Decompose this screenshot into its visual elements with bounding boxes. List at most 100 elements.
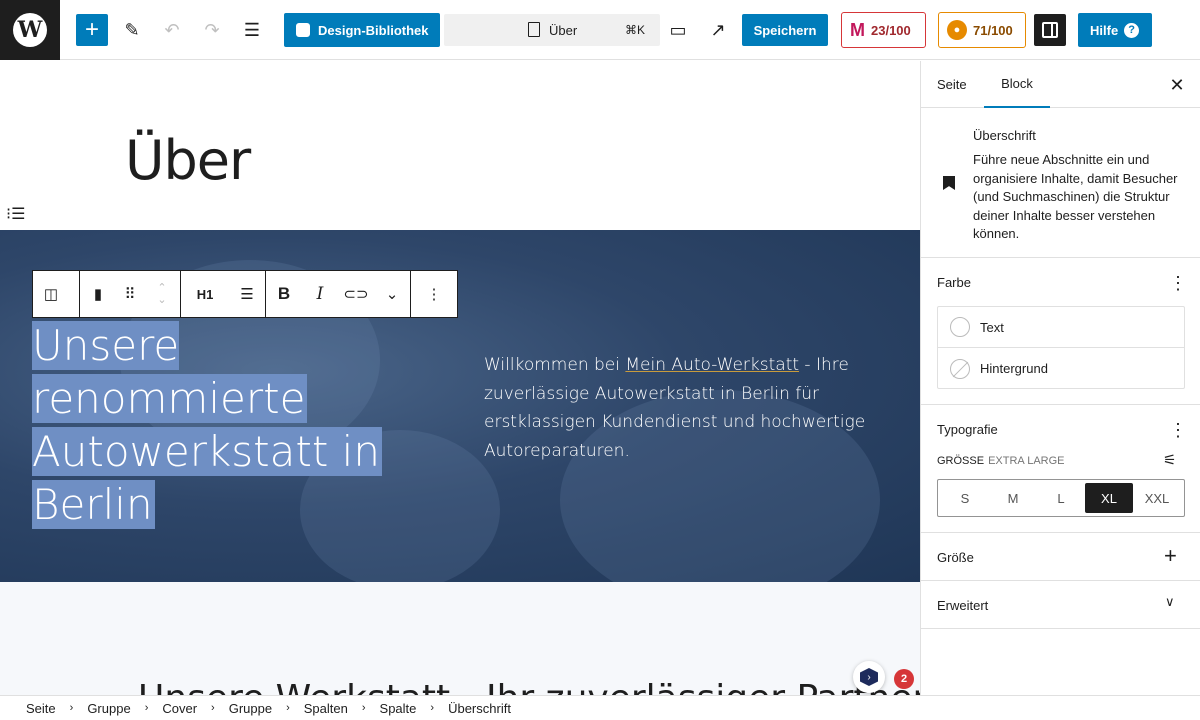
- save-button[interactable]: Speichern: [742, 14, 828, 46]
- breadcrumb-item[interactable]: Seite: [26, 701, 56, 716]
- shortcut-hint: ⌘K: [625, 23, 646, 37]
- select-parent-button[interactable]: ◫: [33, 271, 69, 317]
- size-option-m[interactable]: M: [989, 483, 1037, 513]
- italic-button[interactable]: I: [302, 271, 338, 317]
- cover-paragraph[interactable]: Willkommen bei Mein Auto-Werkstatt - Ihr…: [484, 351, 874, 465]
- panel-divider: [921, 628, 1200, 629]
- bookmark-icon: ▮: [93, 286, 103, 303]
- panel-divider: [921, 532, 1200, 533]
- list-view-icon: ☰: [243, 19, 261, 40]
- page-title[interactable]: Über: [125, 129, 251, 192]
- chevron-up-icon: ⌃: [157, 282, 167, 294]
- tab-block[interactable]: Block: [984, 61, 1050, 108]
- block-list-icon[interactable]: ⁝☰: [6, 204, 25, 224]
- chevron-down-icon: ⌄: [385, 286, 399, 303]
- block-options-button[interactable]: ⋮: [411, 271, 457, 317]
- block-breadcrumb: Seite › Gruppe › Cover › Gruppe › Spalten › S…: [0, 695, 1200, 720]
- align-left-icon: ☰: [240, 286, 254, 303]
- add-dimensions-button[interactable]: +: [1164, 545, 1177, 567]
- question-icon: ?: [1124, 22, 1140, 38]
- preview-button[interactable]: ▭: [662, 14, 694, 46]
- breadcrumb-item[interactable]: Gruppe: [87, 701, 130, 716]
- more-vertical-icon: ⋮: [426, 286, 442, 303]
- advanced-panel-title[interactable]: Erweitert: [937, 598, 988, 613]
- seo-plugin-icon: M: [850, 19, 865, 40]
- dimensions-panel-title[interactable]: Größe: [937, 550, 974, 565]
- tab-seite[interactable]: Seite: [937, 61, 967, 108]
- size-option-xl[interactable]: XL: [1085, 483, 1133, 513]
- content-score-button[interactable]: ● 71/100: [938, 12, 1026, 48]
- heading-line: Berlin: [32, 480, 155, 529]
- notification-badge: 2: [894, 669, 914, 689]
- plus-icon: +: [84, 16, 99, 43]
- page-icon: [528, 22, 540, 37]
- sliders-icon: ⚟: [1163, 452, 1177, 469]
- document-overview-button[interactable]: ☰: [236, 14, 268, 46]
- design-library-button[interactable]: Design-Bibliothek: [284, 13, 440, 47]
- more-vertical-icon: ⋮: [1169, 420, 1187, 440]
- undo-button[interactable]: ↶: [156, 14, 188, 46]
- heading-controls-group: H1 ☰: [180, 270, 266, 318]
- next-section: Unsere Werkstatt - Ihr zuverlässiger Par…: [0, 582, 920, 695]
- block-type-button[interactable]: ▮: [80, 271, 116, 317]
- wordpress-icon: W: [13, 13, 47, 47]
- view-page-button[interactable]: ↗: [702, 14, 734, 46]
- assistant-button[interactable]: ›: [853, 661, 885, 693]
- settings-sidebar: Seite Block ✕ Überschrift Führe neue Abs…: [920, 61, 1200, 695]
- undo-icon: ↶: [164, 19, 180, 40]
- color-swatch-icon: [950, 358, 970, 379]
- advanced-toggle[interactable]: ∨: [1165, 594, 1175, 610]
- redo-icon: ↷: [204, 19, 220, 40]
- custom-size-button[interactable]: ⚟: [1163, 451, 1176, 469]
- color-swatch-icon: [950, 317, 970, 337]
- edit-tool-button[interactable]: ✎: [116, 14, 148, 46]
- command-palette-bar[interactable]: Über ⌘K: [444, 14, 660, 46]
- help-button[interactable]: Hilfe ?: [1078, 13, 1152, 47]
- text-color-item[interactable]: Text: [938, 307, 1184, 348]
- options-group: ⋮: [410, 270, 458, 318]
- redo-button[interactable]: ↷: [196, 14, 228, 46]
- more-formats-button[interactable]: ⌄: [374, 271, 410, 317]
- typography-panel-title: Typografie: [937, 422, 998, 437]
- drag-handle[interactable]: ⠿: [116, 271, 144, 317]
- columns-icon: ◫: [43, 286, 59, 303]
- settings-sidebar-toggle[interactable]: [1034, 14, 1066, 46]
- breadcrumb-item[interactable]: Cover: [162, 701, 197, 716]
- chevron-right-icon: ›: [211, 702, 215, 714]
- cover-heading[interactable]: Unsere renommierte Autowerkstatt in Berl…: [32, 319, 452, 531]
- size-option-xxl[interactable]: XXL: [1133, 483, 1181, 513]
- link-button[interactable]: ⊂⊃: [338, 271, 374, 317]
- size-option-s[interactable]: S: [941, 483, 989, 513]
- breadcrumb-item[interactable]: Spalten: [304, 701, 348, 716]
- cover-block[interactable]: ◫ ▮ ⠿ ⌃ ⌄ H1 ☰ B I ⊂⊃ ⌄ ⋮ Unsere renommi…: [0, 230, 920, 582]
- chevron-right-icon: ›: [286, 702, 290, 714]
- current-size: Extra Large: [988, 455, 1065, 467]
- wordpress-logo-button[interactable]: W: [0, 0, 60, 60]
- size-option-l[interactable]: L: [1037, 483, 1085, 513]
- typography-options-button[interactable]: ⋮: [1169, 420, 1187, 440]
- assistant-icon: ›: [860, 668, 878, 686]
- background-color-item[interactable]: Hintergrund: [938, 348, 1184, 389]
- italic-icon: I: [316, 284, 324, 304]
- add-block-button[interactable]: +: [76, 14, 108, 46]
- panel-divider: [921, 404, 1200, 405]
- section-heading[interactable]: Unsere Werkstatt - Ihr zuverlässiger Par…: [138, 678, 920, 695]
- content-score: 71/100: [973, 22, 1013, 38]
- pencil-icon: ✎: [124, 19, 140, 40]
- werkstatt-link[interactable]: Mein Auto-Werkstatt: [625, 355, 799, 375]
- design-library-label: Design-Bibliothek: [318, 22, 429, 38]
- breadcrumb-item[interactable]: Gruppe: [229, 701, 272, 716]
- heading-level-button[interactable]: H1: [181, 271, 229, 317]
- breadcrumb-item[interactable]: Überschrift: [448, 701, 511, 716]
- align-button[interactable]: ☰: [229, 271, 265, 317]
- chevron-right-icon: ›: [144, 702, 149, 714]
- sidebar-tabs: Seite Block ✕: [921, 61, 1200, 108]
- color-options-button[interactable]: ⋮: [1169, 274, 1187, 292]
- breadcrumb-item[interactable]: Spalte: [380, 701, 417, 716]
- seo-score-button[interactable]: M 23/100: [841, 12, 926, 48]
- close-sidebar-button[interactable]: ✕: [1167, 75, 1187, 95]
- bold-button[interactable]: B: [266, 271, 302, 317]
- move-buttons[interactable]: ⌃ ⌄: [144, 271, 180, 317]
- font-size-picker: S M L XL XXL: [937, 479, 1185, 517]
- link-icon: ⊂⊃: [343, 286, 369, 303]
